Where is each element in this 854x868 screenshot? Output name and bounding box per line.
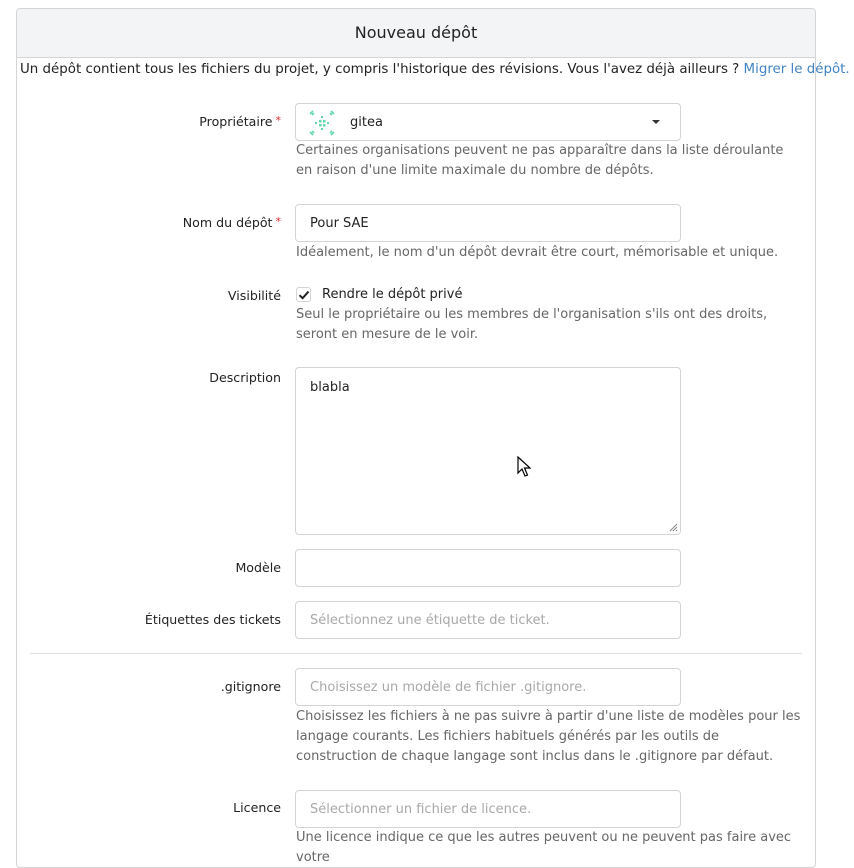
chevron-down-icon [652, 120, 660, 124]
gitignore-label: .gitignore [220, 679, 281, 694]
private-checkbox-label[interactable]: Rendre le dépôt privé [322, 287, 462, 302]
repo-name-label: Nom du dépôt * [183, 215, 281, 230]
owner-value: gitea [350, 115, 383, 130]
description-textarea[interactable]: blabla [295, 367, 681, 535]
gitignore-help: Choisissez les fichiers à ne pas suivre … [296, 709, 801, 764]
repo-name-input[interactable]: Pour SAE [295, 204, 681, 242]
license-dropdown[interactable]: Sélectionner un fichier de licence. [295, 790, 681, 828]
gitignore-dropdown[interactable]: Choisissez un modèle de fichier .gitigno… [295, 668, 681, 706]
repo-name-help: Idéalement, le nom d'un dépôt devrait êt… [296, 245, 779, 260]
visibility-help: Seul le propriétaire ou les membres de l… [296, 307, 768, 342]
issue-labels-placeholder: Sélectionnez une étiquette de ticket. [310, 613, 550, 628]
migrate-repo-link[interactable]: Migrer le dépôt. [744, 62, 850, 77]
owner-help: Certaines organisations peuvent ne pas a… [296, 143, 784, 178]
owner-label-text: Propriétaire [199, 114, 273, 129]
intro-text: Un dépôt contient tous les fichiers du p… [20, 62, 850, 77]
resize-handle-icon[interactable] [669, 523, 678, 532]
template-label: Modèle [235, 560, 281, 575]
checkmark-icon [298, 290, 310, 300]
section-divider [30, 653, 802, 654]
required-mark: * [275, 215, 282, 228]
org-avatar-icon [309, 110, 335, 136]
page-title: Nouveau dépôt [17, 9, 815, 58]
mouse-cursor-icon [517, 456, 531, 477]
repo-name-value: Pour SAE [310, 216, 369, 231]
issue-labels-dropdown[interactable]: Sélectionnez une étiquette de ticket. [295, 601, 681, 639]
license-label: Licence [233, 800, 281, 815]
description-label: Description [209, 370, 281, 385]
visibility-label: Visibilité [227, 288, 281, 303]
gitignore-placeholder: Choisissez un modèle de fichier .gitigno… [310, 680, 587, 695]
issue-labels-label: Étiquettes des tickets [144, 612, 281, 627]
template-dropdown[interactable] [295, 549, 681, 587]
intro-description: Un dépôt contient tous les fichiers du p… [20, 62, 744, 77]
required-mark: * [275, 114, 282, 127]
repo-name-label-text: Nom du dépôt [182, 215, 273, 230]
license-placeholder: Sélectionner un fichier de licence. [310, 802, 532, 817]
owner-label: Propriétaire * [199, 114, 281, 129]
owner-dropdown[interactable]: gitea [295, 103, 681, 141]
license-help: Une licence indique ce que les autres pe… [296, 830, 792, 865]
description-value: blabla [310, 380, 350, 395]
private-checkbox[interactable] [296, 287, 311, 302]
